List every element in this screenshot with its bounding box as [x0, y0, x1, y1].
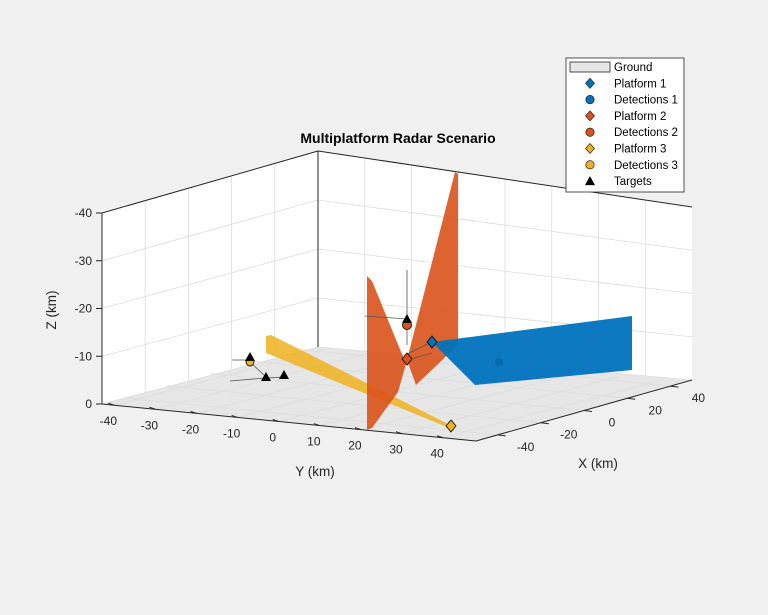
ground-swatch-icon	[569, 61, 611, 73]
circle-marker-icon	[585, 95, 595, 105]
circle-marker-icon	[585, 127, 595, 137]
y-tick-label: -20	[182, 422, 200, 436]
y-tick-label: 10	[307, 435, 321, 449]
y-tick-label: -30	[141, 418, 159, 432]
radar-scenario-figure: -40-30-20-100 -40 -30 -20 -10 0 10 20 30 40 -40-…	[44, 57, 706, 479]
x-tick-label: 40	[692, 391, 706, 405]
y-tick-label: -40	[100, 414, 118, 428]
legend-label: Platform 3	[614, 144, 666, 156]
x-tick-mark	[670, 385, 679, 388]
z-tick-label: -10	[75, 349, 93, 363]
z-tick-label: -30	[75, 254, 93, 268]
x-tick-label: -40	[517, 440, 535, 454]
z-tick-label: 0	[85, 397, 92, 411]
y-tick-label: 40	[430, 447, 444, 461]
y-tick-label: -10	[223, 426, 241, 440]
y-tick-label: 20	[348, 439, 362, 453]
y-tick-label: 0	[269, 430, 276, 444]
chart-title: Multiplatform Radar Scenario	[300, 130, 495, 146]
detection-1-marker	[495, 358, 503, 366]
legend[interactable]: Ground Platform 1 Detections 1 Platform 2 De…	[565, 57, 685, 193]
y-axis-label: Y (km)	[295, 464, 335, 479]
x-axis-label: X (km)	[578, 456, 618, 471]
legend-label: Detections 3	[614, 160, 678, 172]
z-tick-label: -40	[75, 206, 93, 220]
z-axis-label: Z (km)	[44, 291, 59, 330]
legend-label: Platform 1	[614, 78, 666, 90]
legend-label: Platform 2	[614, 111, 666, 123]
x-tick-mark	[497, 434, 506, 437]
x-tick-label: -20	[560, 428, 578, 442]
x-tick-mark	[627, 397, 636, 400]
legend-label: Targets	[614, 176, 652, 188]
legend-label: Detections 2	[614, 127, 678, 139]
legend-label: Ground	[614, 62, 652, 74]
y-tick-label: 30	[389, 443, 403, 457]
z-axis-ticks: -40 -30 -20 -10 0	[75, 206, 102, 411]
x-tick-label: 20	[649, 403, 663, 417]
x-tick-mark	[540, 422, 549, 425]
z-tick-label: -20	[75, 302, 93, 316]
x-tick-label: 0	[609, 416, 616, 430]
circle-marker-icon	[585, 160, 595, 170]
x-tick-mark	[583, 410, 593, 412]
legend-label: Detections 1	[614, 95, 678, 107]
axes-box	[101, 150, 693, 442]
